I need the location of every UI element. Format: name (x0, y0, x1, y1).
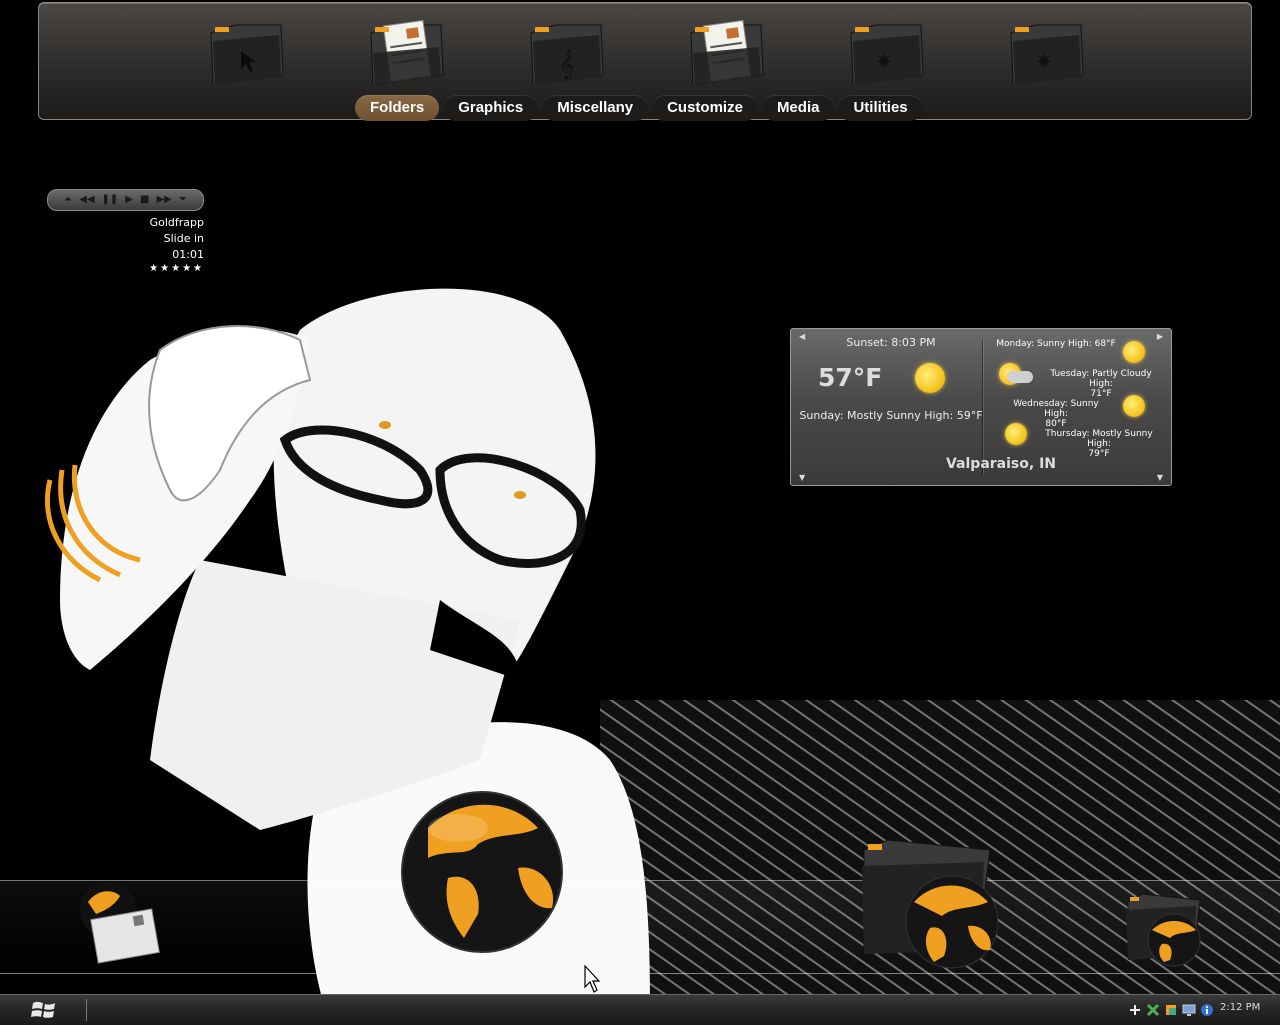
forecast-text: Wednesday: Sunny High: (1013, 399, 1099, 419)
weather-widget: ◀ ▶ ▼ ▼ Sunset: 8:03 PM 57°F Sunday: Mos… (790, 328, 1172, 486)
today-forecast: Sunday: Mostly Sunny High: 59°F (799, 409, 983, 422)
current-temperature: 57°F (818, 363, 883, 392)
folder-cursor-icon[interactable] (205, 13, 285, 86)
tab-miscellany[interactable]: Miscellany (542, 95, 649, 121)
next-icon[interactable]: ⏷ (179, 190, 187, 210)
sun-icon (915, 363, 945, 393)
tab-folders[interactable]: Folders (355, 95, 440, 121)
pause-icon[interactable]: ❚❚ (102, 190, 119, 210)
sun-icon (1005, 423, 1027, 445)
folder-star-icon[interactable]: ✷ (845, 13, 925, 86)
plus-icon[interactable] (1128, 1003, 1142, 1017)
app-icon[interactable] (1164, 1003, 1178, 1017)
folder-globe-small-icon[interactable] (1124, 892, 1204, 968)
forecast-temp: 71°F (1090, 389, 1112, 399)
tab-graphics[interactable]: Graphics (443, 95, 539, 121)
clock[interactable]: 2:12 PM (1220, 1002, 1260, 1013)
category-tabs: Folders Graphics Miscellany Customize Me… (355, 95, 923, 121)
folder-document-icon[interactable] (365, 13, 445, 86)
forecast-text: Monday: Sunny High: 68°F (996, 339, 1116, 349)
taskbar: 2:12 PM (0, 994, 1280, 1025)
mail-globe-icon[interactable] (78, 880, 162, 964)
player-controls: ⏶ ◀◀ ❚❚ ▶ ■ ▶▶ ⏷ (47, 189, 204, 211)
rating-stars[interactable]: ★★★★★ (47, 263, 204, 274)
svg-text:𝄞: 𝄞 (559, 49, 574, 81)
sun-icon (1123, 395, 1145, 417)
track-time: 01:01 (172, 248, 204, 261)
forecast-text: Tuesday: Partly Cloudy High: (1050, 369, 1152, 389)
rewind-icon[interactable]: ◀◀ (79, 190, 94, 210)
forecast-thursday: Thursday: Mostly Sunny High: 79°F (1035, 429, 1163, 459)
down-arrow-icon[interactable]: ▼ (799, 473, 805, 482)
location-name: Valparaiso, IN (945, 456, 1056, 472)
folder-document-icon[interactable] (685, 13, 765, 86)
folder-star-icon[interactable]: ✷ (1005, 13, 1085, 86)
cloud-icon (1007, 371, 1033, 383)
desktop-wallpaper (0, 0, 1280, 1024)
folder-music-icon[interactable]: 𝄞 (525, 13, 605, 86)
forecast-text: Thursday: Mostly Sunny High: (1045, 429, 1153, 449)
bottom-icon-shelf (0, 880, 1280, 974)
launcher-shelf: 𝄞 ✷ ✷ Folders Graphics Miscellany Custom… (38, 2, 1252, 121)
forward-icon[interactable]: ▶▶ (156, 190, 171, 210)
stop-icon[interactable]: ■ (140, 190, 149, 210)
taskbar-separator (86, 999, 87, 1021)
sun-icon (1123, 341, 1145, 363)
artist-name: Goldfrapp (149, 216, 204, 229)
play-icon[interactable]: ▶ (125, 190, 133, 210)
track-title: Slide in (163, 232, 204, 245)
info-icon[interactable] (1200, 1003, 1214, 1017)
globe-icon[interactable] (398, 788, 566, 956)
prev-icon[interactable]: ⏶ (64, 190, 72, 210)
mouse-cursor-icon (584, 965, 600, 993)
start-button[interactable] (30, 999, 58, 1021)
sunset-time: Sunset: 8:03 PM (846, 336, 936, 349)
forecast-tuesday: Tuesday: Partly Cloudy High: 71°F (1039, 369, 1163, 399)
divider (982, 339, 983, 475)
down-arrow-icon[interactable]: ▼ (1157, 473, 1163, 482)
tab-customize[interactable]: Customize (652, 95, 758, 121)
tab-utilities[interactable]: Utilities (838, 95, 923, 121)
media-player-widget: ⏶ ◀◀ ❚❚ ▶ ■ ▶▶ ⏷ Goldfrapp Slide in 01:0… (47, 189, 204, 274)
right-arrow-icon[interactable]: ▶ (1157, 332, 1163, 341)
tab-media[interactable]: Media (761, 95, 835, 121)
svg-text:✷: ✷ (875, 50, 893, 75)
forecast-monday: Monday: Sunny High: 68°F (996, 339, 1116, 349)
system-tray (1128, 999, 1214, 1021)
folder-globe-icon[interactable] (858, 836, 998, 970)
monitor-icon[interactable] (1182, 1003, 1196, 1017)
windows-logo-icon (31, 1001, 55, 1018)
network-icon[interactable] (1146, 1003, 1160, 1017)
svg-text:✷: ✷ (1035, 50, 1053, 75)
